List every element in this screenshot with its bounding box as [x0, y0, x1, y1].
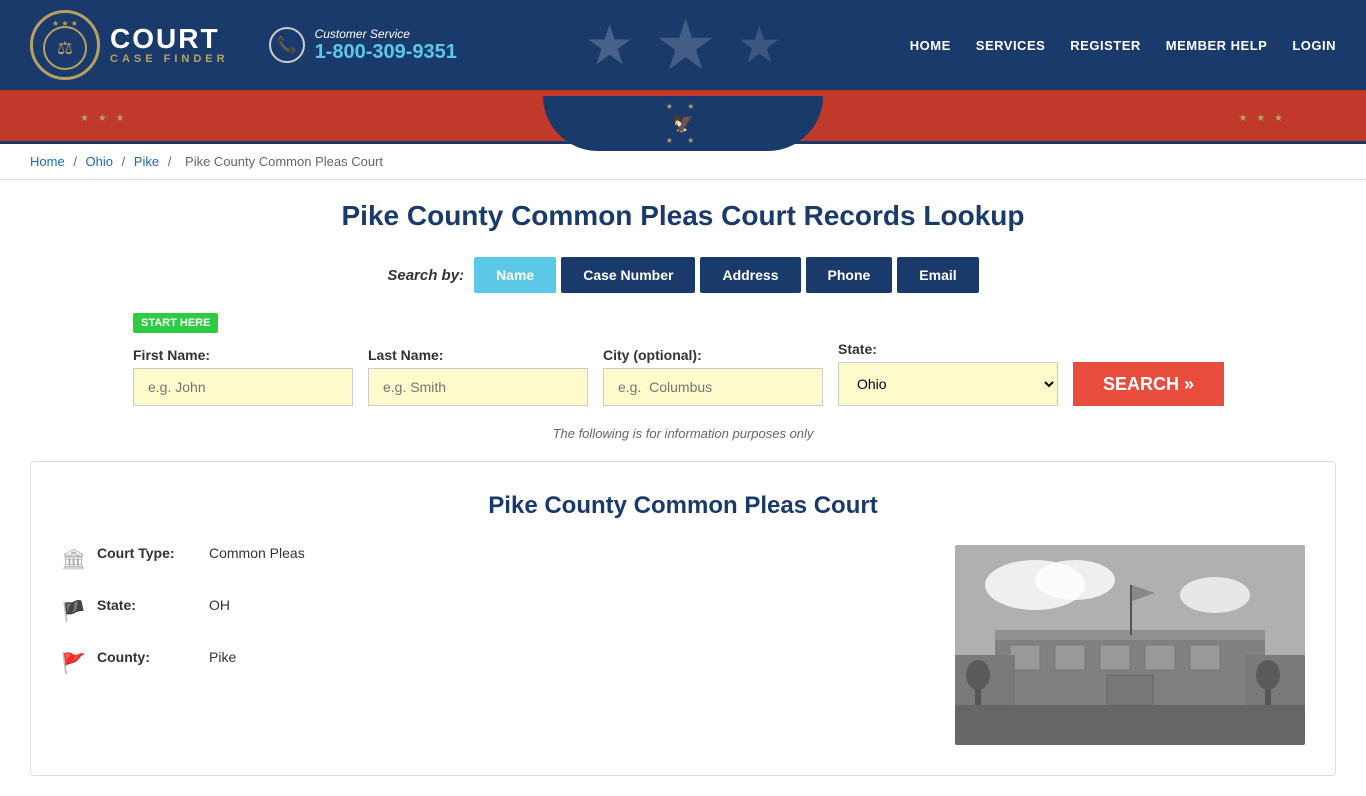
breadcrumb-ohio[interactable]: Ohio: [86, 154, 113, 169]
pennant-icon: 🚩: [61, 651, 85, 676]
tab-case-number[interactable]: Case Number: [561, 257, 695, 293]
tab-name[interactable]: Name: [474, 257, 556, 293]
header-stars-decoration: ★ ★ ★: [457, 4, 910, 86]
state-label: State:: [838, 341, 1058, 357]
court-info-title: Pike County Common Pleas Court: [61, 492, 1305, 520]
city-input[interactable]: [603, 368, 823, 406]
stars-right: ★ ★: [666, 136, 701, 145]
search-button[interactable]: SEARCH »: [1073, 362, 1224, 406]
search-form-area: START HERE First Name: Last Name: City (…: [133, 313, 1233, 406]
county-value: Pike: [209, 649, 236, 665]
stars-left: ★ ★: [666, 102, 701, 111]
breadcrumb-sep-2: /: [122, 154, 129, 169]
breadcrumb-sep-1: /: [73, 154, 80, 169]
phone-icon: 📞: [269, 27, 305, 63]
tab-email[interactable]: Email: [897, 257, 978, 293]
scales-icon: ⚖: [57, 38, 73, 59]
last-name-group: Last Name:: [368, 347, 588, 406]
main-content: Pike County Common Pleas Court Records L…: [0, 180, 1366, 796]
right-stars: ★ ★ ★: [1239, 113, 1286, 124]
search-area: Search by: Name Case Number Address Phon…: [30, 257, 1336, 293]
state-group: State: Ohio Alabama Alaska Arizona Arkan…: [838, 341, 1058, 406]
logo-court-text: COURT: [110, 25, 229, 53]
logo-area: ⚖ COURT CASE FINDER: [30, 10, 229, 80]
court-info-box: Pike County Common Pleas Court 🏛 Court T…: [30, 461, 1336, 776]
phone-text: Customer Service 1-800-309-9351: [315, 27, 457, 64]
city-label: City (optional):: [603, 347, 823, 363]
search-button-label: SEARCH »: [1103, 374, 1194, 395]
court-type-value: Common Pleas: [209, 545, 305, 561]
flag-icon: 🏴: [61, 599, 85, 624]
search-by-row: Search by: Name Case Number Address Phon…: [30, 257, 1336, 293]
header: ⚖ COURT CASE FINDER 📞 Customer Service 1…: [0, 0, 1366, 90]
page-title: Pike County Common Pleas Court Records L…: [30, 200, 1336, 232]
left-stars: ★ ★ ★: [80, 113, 127, 124]
tab-address[interactable]: Address: [700, 257, 800, 293]
last-name-input[interactable]: [368, 368, 588, 406]
breadcrumb-current: Pike County Common Pleas Court: [185, 154, 383, 169]
eagle-icon: 🦅: [672, 113, 694, 134]
court-image: [955, 545, 1305, 745]
breadcrumb-home[interactable]: Home: [30, 154, 65, 169]
nav-register[interactable]: REGISTER: [1070, 38, 1140, 53]
court-details: 🏛 Court Type: Common Pleas 🏴 State: OH 🚩…: [61, 545, 1305, 745]
header-phone: 📞 Customer Service 1-800-309-9351: [269, 27, 457, 64]
start-here-badge: START HERE: [133, 313, 218, 333]
logo-case-finder-text: CASE FINDER: [110, 53, 229, 65]
city-group: City (optional):: [603, 347, 823, 406]
first-name-input[interactable]: [133, 368, 353, 406]
phone-number: 1-800-309-9351: [315, 41, 457, 64]
court-type-label: Court Type:: [97, 545, 197, 561]
star-decoration-3: ★: [737, 16, 782, 74]
logo-circle: ⚖: [30, 10, 100, 80]
detail-row-court-type: 🏛 Court Type: Common Pleas: [61, 545, 925, 572]
tab-phone[interactable]: Phone: [806, 257, 893, 293]
court-building-svg: [955, 545, 1305, 745]
nav-login[interactable]: LOGIN: [1292, 38, 1336, 53]
court-details-left: 🏛 Court Type: Common Pleas 🏴 State: OH 🚩…: [61, 545, 925, 745]
state-select[interactable]: Ohio Alabama Alaska Arizona Arkansas Cal…: [838, 362, 1058, 406]
form-fields: First Name: Last Name: City (optional): …: [133, 341, 1233, 406]
star-decoration-2: ★: [654, 4, 717, 86]
nav-home[interactable]: HOME: [910, 38, 951, 53]
nav-services[interactable]: SERVICES: [976, 38, 1046, 53]
eagle-banner: ★ ★ 🦅 ★ ★ ★ ★ ★ ★ ★ ★: [0, 96, 1366, 141]
search-by-label: Search by:: [387, 267, 464, 284]
court-details-right: [955, 545, 1305, 745]
state-detail-value: OH: [209, 597, 230, 613]
county-label: County:: [97, 649, 197, 665]
first-name-label: First Name:: [133, 347, 353, 363]
detail-row-state: 🏴 State: OH: [61, 597, 925, 624]
nav-member-help[interactable]: MEMBER HELP: [1166, 38, 1268, 53]
logo-inner: ⚖: [43, 26, 87, 70]
phone-label: Customer Service: [315, 27, 457, 41]
main-nav: HOME SERVICES REGISTER MEMBER HELP LOGIN: [910, 38, 1336, 53]
detail-row-county: 🚩 County: Pike: [61, 649, 925, 676]
breadcrumb-pike[interactable]: Pike: [134, 154, 159, 169]
disclaimer: The following is for information purpose…: [30, 426, 1336, 441]
breadcrumb-sep-3: /: [168, 154, 175, 169]
eagle-arch: ★ ★ 🦅 ★ ★: [543, 96, 823, 151]
logo-text: COURT CASE FINDER: [110, 25, 229, 65]
building-icon: 🏛: [61, 547, 85, 572]
last-name-label: Last Name:: [368, 347, 588, 363]
star-decoration-1: ★: [585, 13, 634, 77]
first-name-group: First Name:: [133, 347, 353, 406]
state-detail-label: State:: [97, 597, 197, 613]
